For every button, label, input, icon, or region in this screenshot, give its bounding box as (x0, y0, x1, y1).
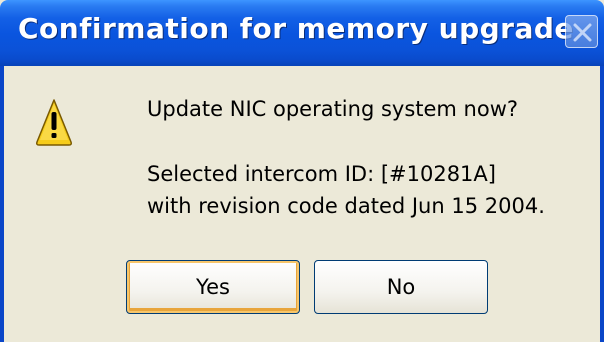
yes-button[interactable]: Yes (126, 260, 300, 314)
dialog-detail-line2: with revision code dated Jun 15 2004. (147, 194, 545, 218)
window-border-left (0, 66, 4, 342)
dialog-title: Confirmation for memory upgrade (18, 12, 574, 45)
no-button[interactable]: No (314, 260, 488, 314)
confirmation-dialog: Confirmation for memory upgrade Update N… (0, 0, 604, 342)
close-icon (573, 23, 592, 42)
warning-icon (36, 99, 72, 146)
dialog-question: Update NIC operating system now? (147, 97, 519, 121)
close-button[interactable] (565, 15, 598, 48)
title-bar[interactable]: Confirmation for memory upgrade (0, 0, 604, 66)
window-border-right (600, 66, 604, 342)
dialog-detail-line1: Selected intercom ID: [#10281A] (147, 162, 496, 186)
